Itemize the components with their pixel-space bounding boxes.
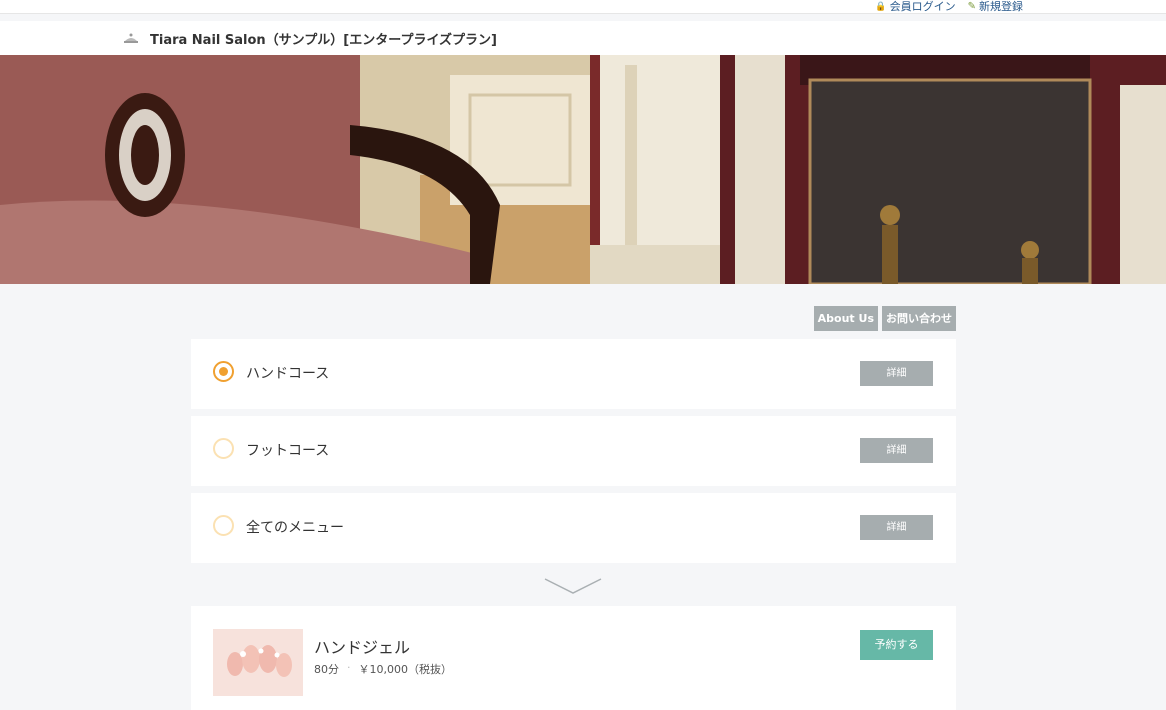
register-link[interactable]: ✎ 新規登録 <box>968 0 1023 14</box>
edit-icon: ✎ <box>967 1 976 12</box>
course-radio-all[interactable] <box>213 515 234 536</box>
course-card-foot[interactable]: フットコース 詳細 <box>191 416 956 486</box>
menu-item-name: ハンドジェル <box>314 638 411 657</box>
member-login-link[interactable]: 🔒 会員ログイン <box>875 0 955 14</box>
meta-separator: · <box>347 661 351 674</box>
register-label: 新規登録 <box>979 0 1023 13</box>
detail-button[interactable]: 詳細 <box>860 361 933 386</box>
member-login-label: 会員ログイン <box>889 0 956 13</box>
menu-item-meta: 80分 · ￥10,000（税抜） <box>314 661 452 677</box>
contact-button[interactable]: お問い合わせ <box>882 306 956 331</box>
detail-button[interactable]: 詳細 <box>860 438 933 463</box>
hero-image <box>0 55 1166 284</box>
site-header: Tiara Nail Salon（サンプル）[エンタープライズプラン] <box>0 21 1166 55</box>
course-radio-hand[interactable] <box>213 361 234 382</box>
course-label: ハンドコース <box>246 366 330 382</box>
reserve-button[interactable]: 予約する <box>860 630 933 660</box>
account-links: 🔒 会員ログイン ✎ 新規登録 <box>875 0 1023 14</box>
menu-item-card: ハンドジェル 80分 · ￥10,000（税抜） 予約する <box>191 606 956 710</box>
salon-logo-icon[interactable] <box>123 31 139 45</box>
detail-button[interactable]: 詳細 <box>860 515 933 540</box>
menu-item-duration: 80分 <box>314 663 339 676</box>
course-label: 全てのメニュー <box>246 520 344 536</box>
site-title[interactable]: Tiara Nail Salon（サンプル）[エンタープライズプラン] <box>150 29 497 48</box>
course-card-all[interactable]: 全てのメニュー 詳細 <box>191 493 956 563</box>
about-us-button[interactable]: About Us <box>813 306 878 331</box>
top-utility-bar: 🔒 会員ログイン ✎ 新規登録 <box>0 0 1166 14</box>
page-nav: About Us お問い合わせ <box>813 306 956 331</box>
lock-icon: 🔒 <box>875 2 887 12</box>
course-label: フットコース <box>246 443 330 459</box>
nail-thumbnail-image[interactable] <box>213 629 303 696</box>
course-radio-foot[interactable] <box>213 438 234 459</box>
chevron-down-icon <box>544 578 602 594</box>
menu-item-price: ￥10,000（税抜） <box>358 663 453 676</box>
course-card-hand[interactable]: ハンドコース 詳細 <box>191 339 956 409</box>
